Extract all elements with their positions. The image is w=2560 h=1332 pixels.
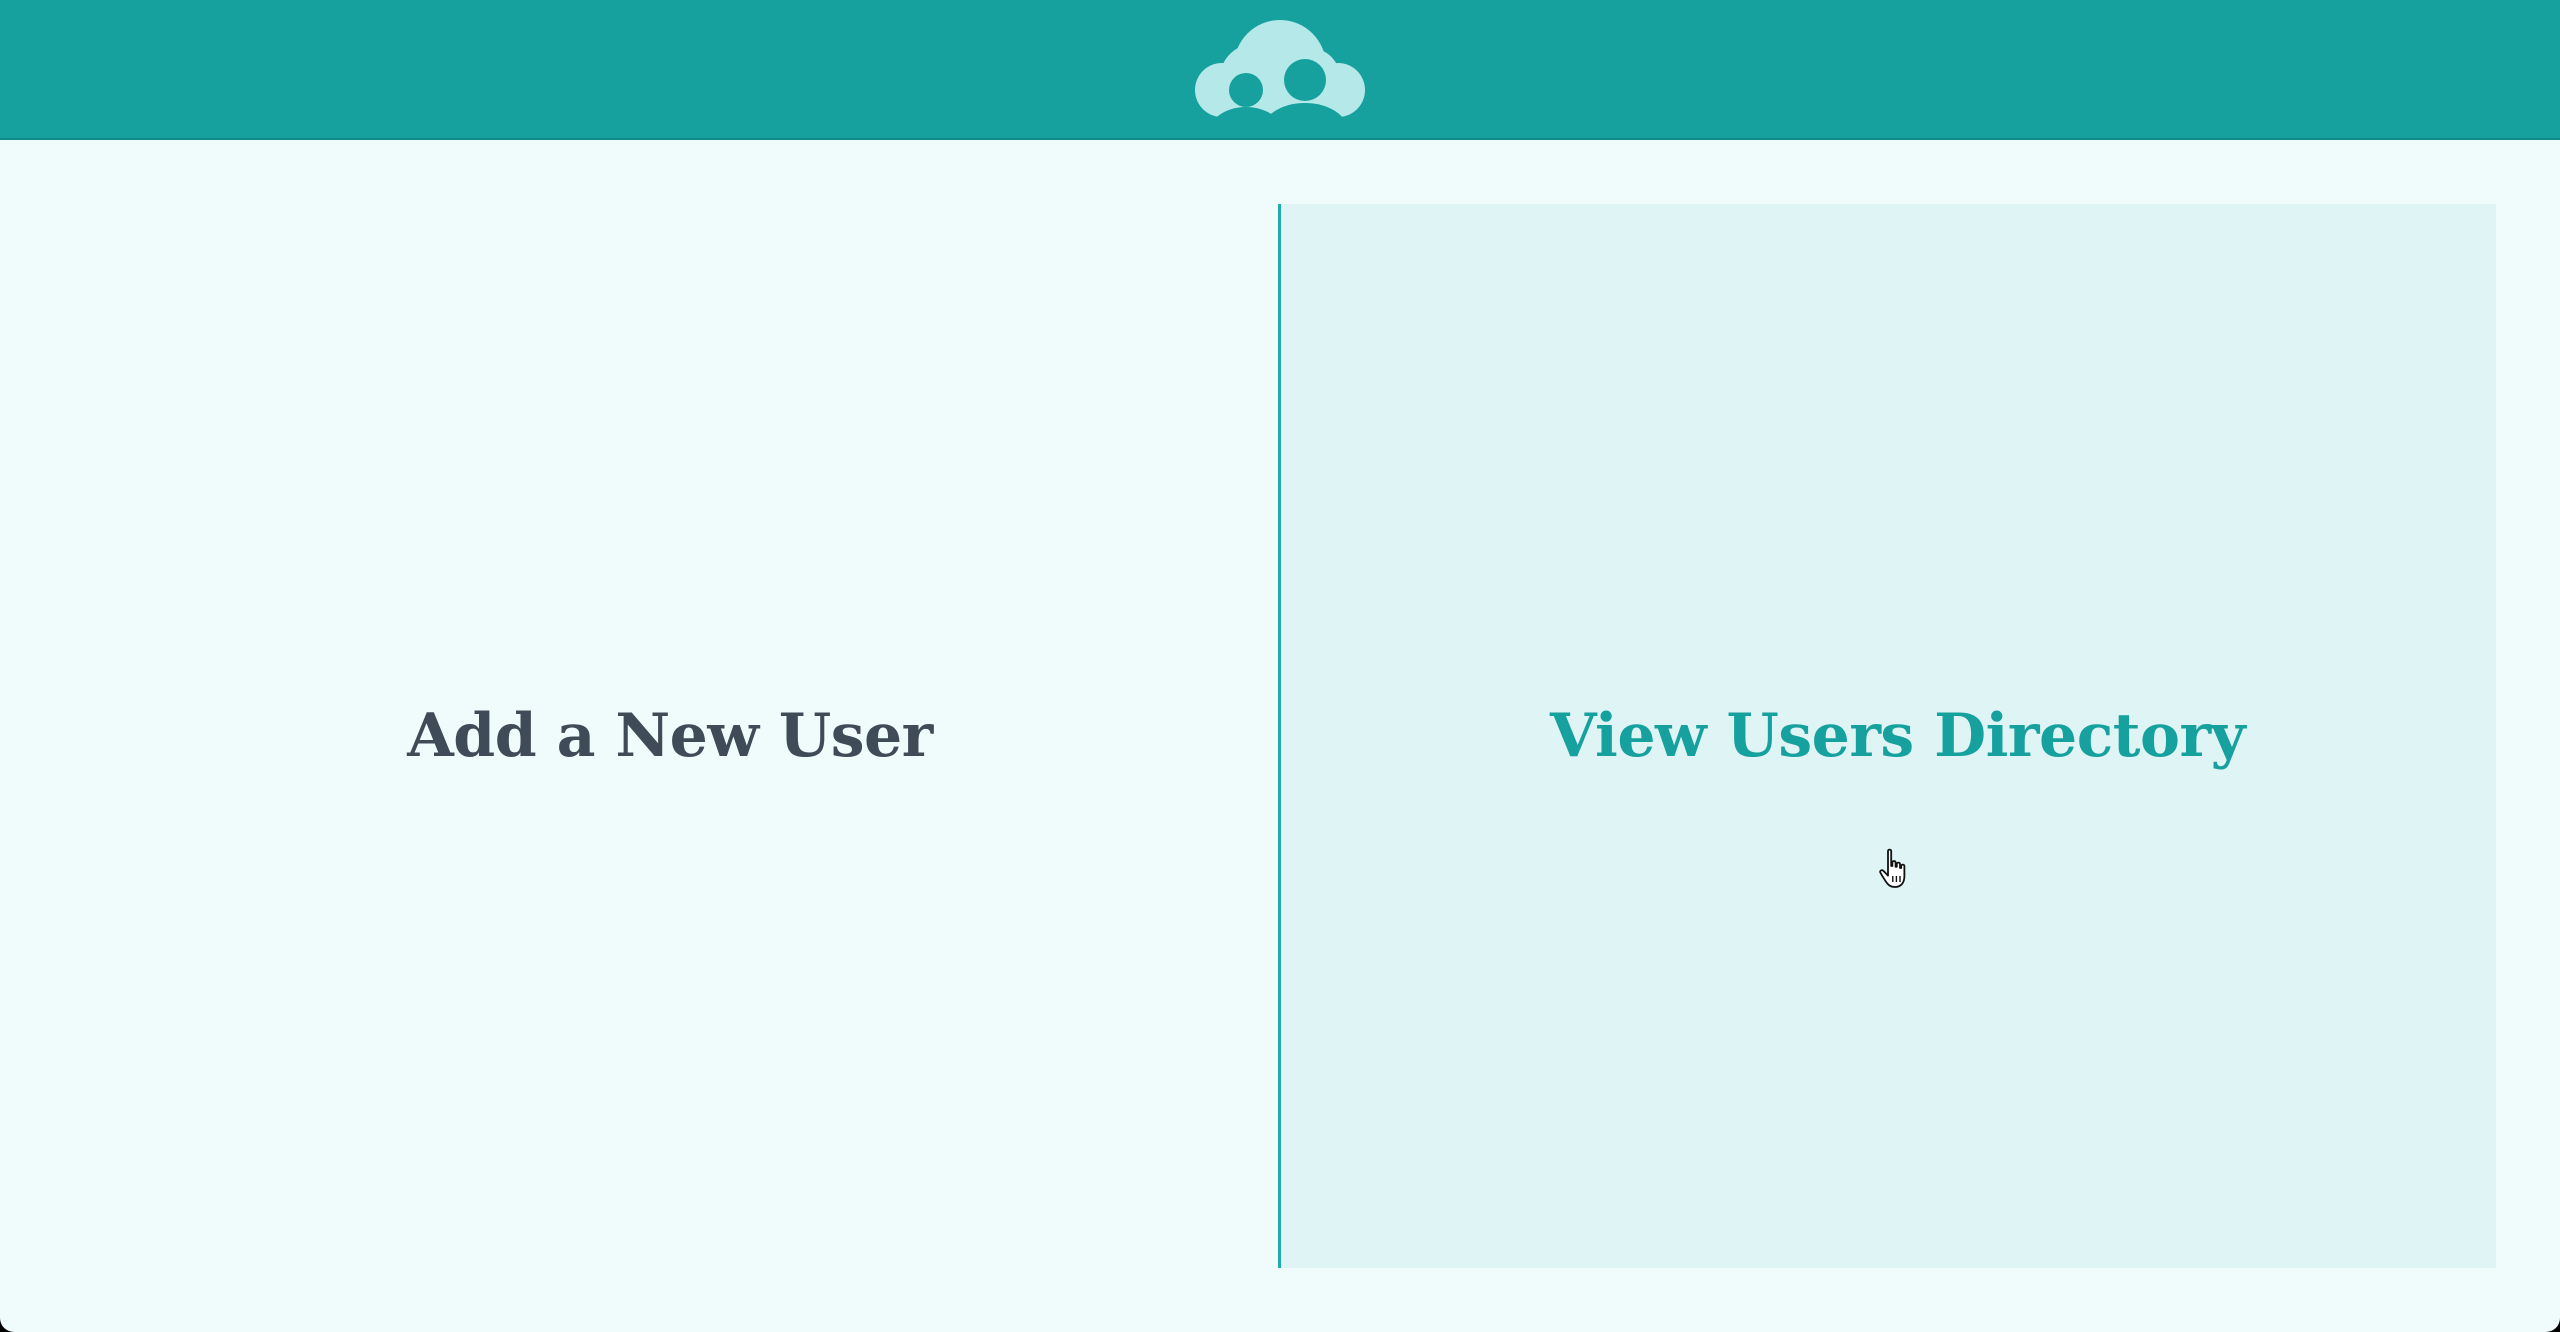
- view-users-directory-button[interactable]: View Users Directory: [1278, 204, 2496, 1268]
- add-new-user-label: Add a New User: [407, 701, 933, 771]
- top-header: [0, 0, 2560, 140]
- view-users-directory-label: View Users Directory: [1550, 701, 2245, 771]
- add-new-user-button[interactable]: Add a New User: [0, 204, 1278, 1268]
- users-cloud-icon: [1195, 20, 1365, 117]
- app-page: Add a New User View Users Directory: [0, 0, 2560, 1332]
